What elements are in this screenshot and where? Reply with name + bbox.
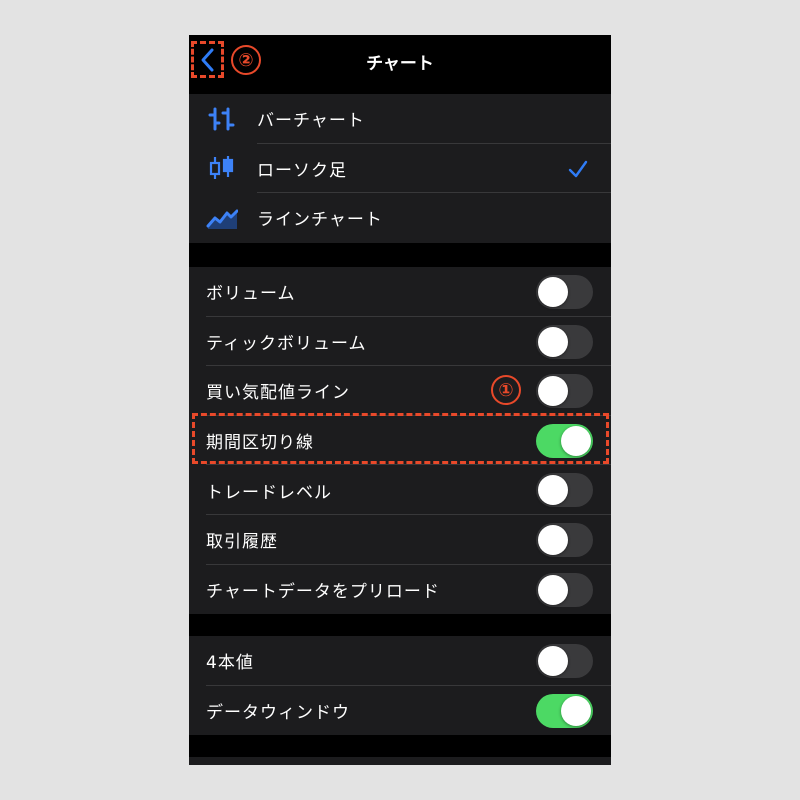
- ohlc-toggle[interactable]: [536, 644, 593, 678]
- toggle-knob: [538, 475, 568, 506]
- chart-type-line[interactable]: ラインチャート: [189, 193, 611, 243]
- period-separators-highlight: [192, 413, 609, 464]
- setting-label: 取引履歴: [206, 532, 278, 553]
- setting-ohlc: 4本値: [189, 636, 611, 686]
- setting-label: ボリューム: [206, 284, 296, 305]
- next-section-edge: [189, 757, 611, 765]
- bar-chart-icon: [206, 106, 238, 132]
- toggle-knob: [538, 524, 568, 555]
- toggle-knob: [538, 277, 568, 307]
- setting-data-window: データウィンドウ: [189, 686, 611, 736]
- tick-volume-toggle[interactable]: [536, 324, 593, 359]
- chart-type-candlestick[interactable]: ローソク足: [189, 144, 611, 194]
- ask-line-toggle[interactable]: [536, 374, 593, 409]
- setting-label: ティックボリューム: [206, 333, 367, 354]
- chart-type-list: バーチャート ローソク足 ラインチャート: [189, 94, 611, 243]
- trade-history-toggle[interactable]: [536, 522, 593, 557]
- setting-trade-history: 取引履歴: [189, 515, 611, 565]
- toggle-knob: [561, 695, 591, 726]
- checkmark-icon: [568, 160, 588, 177]
- volume-toggle[interactable]: [536, 275, 593, 309]
- chart-type-bar[interactable]: バーチャート: [189, 94, 611, 144]
- extra-settings-list: 4本値 データウィンドウ: [189, 636, 611, 736]
- trade-levels-toggle[interactable]: [536, 473, 593, 508]
- toggle-knob: [538, 574, 568, 605]
- preload-chart-data-toggle[interactable]: [536, 572, 593, 607]
- annotation-marker-2: ②: [231, 45, 261, 75]
- setting-label: データウィンドウ: [206, 702, 350, 723]
- setting-label: チャートデータをプリロード: [206, 581, 440, 602]
- setting-label: 4本値: [206, 653, 254, 674]
- setting-label: トレードレベル: [206, 482, 332, 503]
- setting-preload-chart-data: チャートデータをプリロード: [189, 565, 611, 615]
- toggle-knob: [538, 646, 568, 676]
- toggle-knob: [538, 326, 568, 357]
- data-window-toggle[interactable]: [536, 693, 593, 728]
- setting-label: 買い気配値ライン: [206, 383, 350, 404]
- setting-volume: ボリューム: [189, 267, 611, 317]
- chart-type-label: ローソク足: [257, 160, 347, 181]
- chart-type-label: バーチャート: [257, 111, 365, 132]
- settings-screen: チャート バーチャート ローソク足 ラインチャート ボリューム ティックボリュー…: [189, 35, 611, 765]
- setting-ask-line: 買い気配値ライン: [189, 366, 611, 416]
- chart-type-label: ラインチャート: [257, 210, 383, 231]
- setting-tick-volume: ティックボリューム: [189, 317, 611, 367]
- setting-trade-levels: トレードレベル: [189, 465, 611, 515]
- annotation-marker-1: ①: [491, 375, 521, 405]
- line-chart-icon: [206, 205, 238, 231]
- back-button-highlight: [191, 41, 224, 78]
- candlestick-icon: [206, 155, 238, 181]
- toggle-knob: [538, 376, 568, 407]
